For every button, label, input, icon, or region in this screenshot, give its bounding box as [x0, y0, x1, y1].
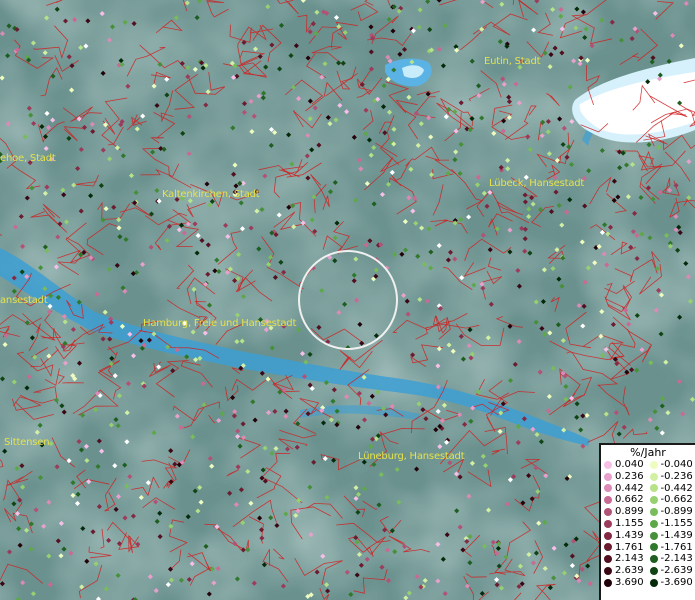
- legend-row: -2.639: [649, 565, 695, 577]
- legend-swatch: [604, 567, 612, 576]
- legend-row: -0.899: [649, 506, 695, 518]
- legend-value: -0.040: [660, 459, 693, 470]
- city-label-itzehoe: ehoe, Stadt: [0, 153, 56, 164]
- legend-value: 2.639: [615, 565, 644, 577]
- legend-value: 0.040: [615, 459, 644, 470]
- legend-swatch: [649, 472, 658, 481]
- legend-negative-column: -0.040 -0.236 -0.442 -0.662 -0.899 -1.15…: [649, 459, 695, 589]
- legend-row: 1.761: [604, 542, 650, 554]
- city-label-eutin: Eutin, Stadt: [484, 56, 541, 67]
- city-label-hamburg-west: ansestadt: [0, 295, 48, 306]
- city-label-kaltenkirchen: Kaltenkirchen, Stadt: [162, 189, 260, 200]
- legend-row: -3.690: [649, 576, 695, 589]
- legend-value: 0.236: [615, 470, 644, 482]
- legend-value: 1.439: [615, 529, 644, 541]
- legend-row: 3.690: [604, 577, 650, 589]
- legend-swatch: [604, 484, 612, 493]
- city-label-luebeck: Lübeck, Hansestadt: [489, 178, 585, 189]
- legend-value: -1.439: [660, 529, 693, 541]
- legend-row: -2.143: [649, 553, 695, 565]
- legend-swatch: [649, 519, 658, 528]
- legend-value: -1.155: [660, 517, 693, 529]
- legend-value: -2.143: [660, 553, 693, 565]
- legend-swatch: [649, 543, 658, 552]
- legend-title: %/Jahr: [630, 446, 666, 459]
- legend-value: -0.236: [660, 470, 693, 482]
- legend-row: 0.236: [604, 471, 650, 483]
- legend-swatch: [604, 496, 612, 505]
- legend-row: -1.761: [649, 541, 695, 554]
- legend-value: 1.761: [615, 541, 644, 553]
- map-canvas[interactable]: Eutin, Stadt ehoe, Stadt Kaltenkirchen, …: [0, 0, 695, 600]
- legend-swatch: [649, 567, 658, 576]
- legend-row: 2.639: [604, 565, 650, 577]
- legend-swatch: [649, 555, 658, 564]
- city-label-hamburg: Hamburg, Freie und Hansestadt: [143, 318, 297, 329]
- selection-circle[interactable]: [298, 250, 398, 350]
- legend-swatch: [649, 496, 658, 505]
- legend-row: 1.155: [604, 518, 650, 530]
- legend-swatch: [649, 578, 658, 587]
- legend-swatch: [649, 484, 658, 493]
- legend-value: -0.899: [660, 506, 693, 518]
- legend-swatch: [604, 543, 612, 552]
- legend-swatch: [604, 519, 612, 528]
- legend-value: -3.690: [660, 576, 693, 588]
- legend-swatch: [604, 531, 612, 540]
- legend-positive-column: 0.040 0.236 0.442 0.662 0.899 1.155 1.43…: [604, 459, 650, 589]
- legend-swatch: [604, 555, 612, 564]
- legend-value: 3.690: [615, 576, 644, 588]
- legend-row: 0.662: [604, 494, 650, 506]
- legend-row: 0.442: [604, 483, 650, 495]
- legend-row: -0.040: [649, 459, 695, 471]
- legend-value: 1.155: [615, 517, 644, 529]
- city-label-sittensen: Sittensen: [4, 437, 50, 448]
- legend-row: -0.236: [649, 470, 695, 483]
- legend-value: 2.143: [615, 553, 644, 565]
- legend-row: 2.143: [604, 553, 650, 565]
- legend-swatch: [649, 531, 658, 540]
- legend-row: 0.899: [604, 506, 650, 518]
- legend-value: -0.662: [660, 494, 693, 506]
- legend-row: -1.439: [649, 529, 695, 542]
- legend-value: -1.761: [660, 541, 693, 553]
- legend-value: -2.639: [660, 565, 693, 577]
- legend-swatch: [604, 460, 612, 469]
- selection-layer: [298, 250, 398, 350]
- legend-row: -0.662: [649, 494, 695, 506]
- legend-row: 0.040: [604, 459, 650, 471]
- legend-row: 1.439: [604, 530, 650, 542]
- legend-value: 0.662: [615, 494, 644, 506]
- legend-value: -0.442: [660, 482, 693, 494]
- legend-swatch: [649, 508, 658, 517]
- legend-value: 0.899: [615, 506, 644, 518]
- legend-row: -1.155: [649, 517, 695, 530]
- legend-value: 0.442: [615, 482, 644, 494]
- legend-swatch: [604, 508, 612, 517]
- legend-swatch: [604, 578, 612, 587]
- legend-swatch: [649, 460, 658, 469]
- city-label-lueneburg: Lüneburg, Hansestadt: [358, 451, 465, 462]
- map-legend: %/Jahr 0.040 0.236 0.442 0.662 0.899 1.1…: [599, 443, 695, 600]
- legend-row: -0.442: [649, 482, 695, 495]
- legend-swatch: [604, 472, 612, 481]
